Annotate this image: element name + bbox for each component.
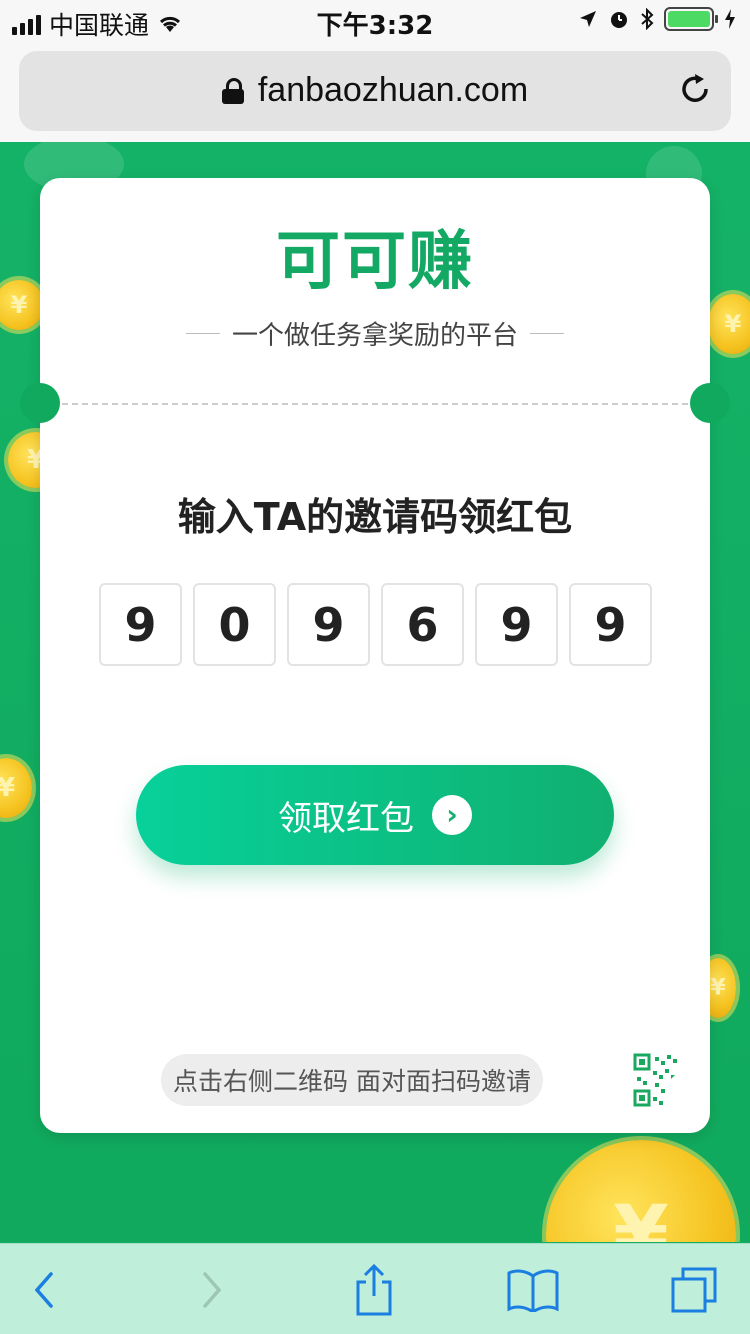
tagline-divider-right [530, 333, 564, 334]
bluetooth-icon [641, 8, 654, 30]
ticket-notch-right [690, 383, 730, 423]
reload-icon[interactable] [675, 71, 715, 111]
charging-icon [725, 9, 735, 29]
tagline-text: 一个做任务拿奖励的平台 [231, 321, 518, 351]
chevron-right-icon: › [432, 795, 472, 835]
address-bar[interactable]: fanbaozhuan.com [19, 51, 731, 131]
url-text[interactable]: fanbaozhuan.com [258, 71, 528, 110]
invite-code-inputs[interactable]: 9 0 9 6 9 9 [99, 583, 652, 666]
status-right [578, 7, 736, 31]
ticket-notch-left [20, 383, 60, 423]
coin-decoration: ¥ [0, 280, 44, 330]
tagline-divider-left [185, 333, 220, 334]
tagline: 一个做任务拿奖励的平台 [40, 315, 710, 352]
code-digit-box[interactable]: 9 [287, 583, 370, 666]
alarm-icon [611, 12, 627, 28]
lock-icon [221, 77, 244, 104]
status-bar: 中国联通 下午3:32 [0, 0, 750, 42]
qr-hint: 点击右侧二维码 面对面扫码邀请 [161, 1054, 543, 1106]
battery-icon [664, 7, 718, 31]
battery-fill [668, 11, 710, 27]
brand-logo: 可可赚 [276, 225, 474, 299]
location-icon [580, 11, 596, 27]
code-digit-box[interactable]: 9 [569, 583, 652, 666]
code-digit-box[interactable]: 6 [381, 583, 464, 666]
dashed-divider [62, 403, 688, 405]
invite-card: 可可赚 一个做任务拿奖励的平台 输入TA的邀请码领红包 9 0 9 6 9 9 … [20, 178, 730, 1133]
coin-decoration: ¥ [708, 294, 750, 354]
back-icon[interactable] [14, 1260, 74, 1320]
address-bar-container: fanbaozhuan.com [0, 42, 750, 142]
bookmarks-icon[interactable] [503, 1260, 563, 1320]
coin-decoration: ¥ [546, 1140, 736, 1242]
tabs-icon[interactable] [664, 1260, 724, 1320]
qr-code-icon[interactable] [633, 1053, 687, 1109]
claim-red-packet-button[interactable]: 领取红包 › [136, 765, 614, 865]
forward-icon[interactable] [182, 1260, 242, 1320]
invite-title: 输入TA的邀请码领红包 [177, 495, 573, 539]
code-digit-box[interactable]: 0 [193, 583, 276, 666]
url-display[interactable]: fanbaozhuan.com [19, 71, 731, 110]
browser-toolbar [0, 1243, 750, 1334]
claim-button-label: 领取红包 [278, 798, 414, 839]
code-digit-box[interactable]: 9 [475, 583, 558, 666]
share-icon[interactable] [344, 1260, 404, 1320]
coin-decoration: ¥ [0, 758, 32, 818]
code-digit-box[interactable]: 9 [99, 583, 182, 666]
